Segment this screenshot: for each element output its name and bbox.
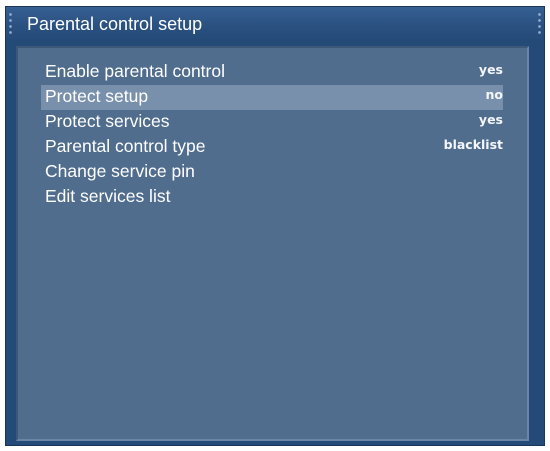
- menu-item-label: Protect setup: [45, 86, 149, 106]
- menu-item-protect-setup[interactable]: Protect setup no: [41, 85, 503, 110]
- menu-item-enable-parental-control[interactable]: Enable parental control yes: [41, 60, 503, 85]
- menu-item-label: Protect services: [45, 111, 170, 131]
- menu-item-protect-services[interactable]: Protect services yes: [41, 110, 503, 135]
- window-title: Parental control setup: [27, 14, 203, 34]
- menu-item-value: yes: [478, 62, 503, 77]
- menu-item-label: Change service pin: [45, 161, 195, 181]
- menu-item-value: yes: [478, 112, 503, 127]
- menu-item-parental-control-type[interactable]: Parental control type blacklist: [41, 135, 503, 160]
- menu-item-value: no: [485, 87, 504, 102]
- menu-item-change-service-pin[interactable]: Change service pin: [41, 160, 503, 185]
- menu-item-edit-services-list[interactable]: Edit services list: [41, 185, 503, 210]
- menu-item-label: Enable parental control: [45, 61, 225, 81]
- parental-control-window: Parental control setup Enable parental c…: [5, 6, 545, 446]
- settings-menu: Enable parental control yes Protect setu…: [18, 60, 527, 210]
- title-bar: Parental control setup: [6, 7, 544, 41]
- settings-panel: Enable parental control yes Protect setu…: [16, 46, 529, 441]
- menu-item-label: Edit services list: [45, 186, 171, 206]
- grip-dots-icon: [8, 12, 13, 36]
- menu-item-value: blacklist: [443, 137, 503, 152]
- grip-dots-icon: [537, 12, 542, 36]
- menu-item-label: Parental control type: [45, 136, 206, 156]
